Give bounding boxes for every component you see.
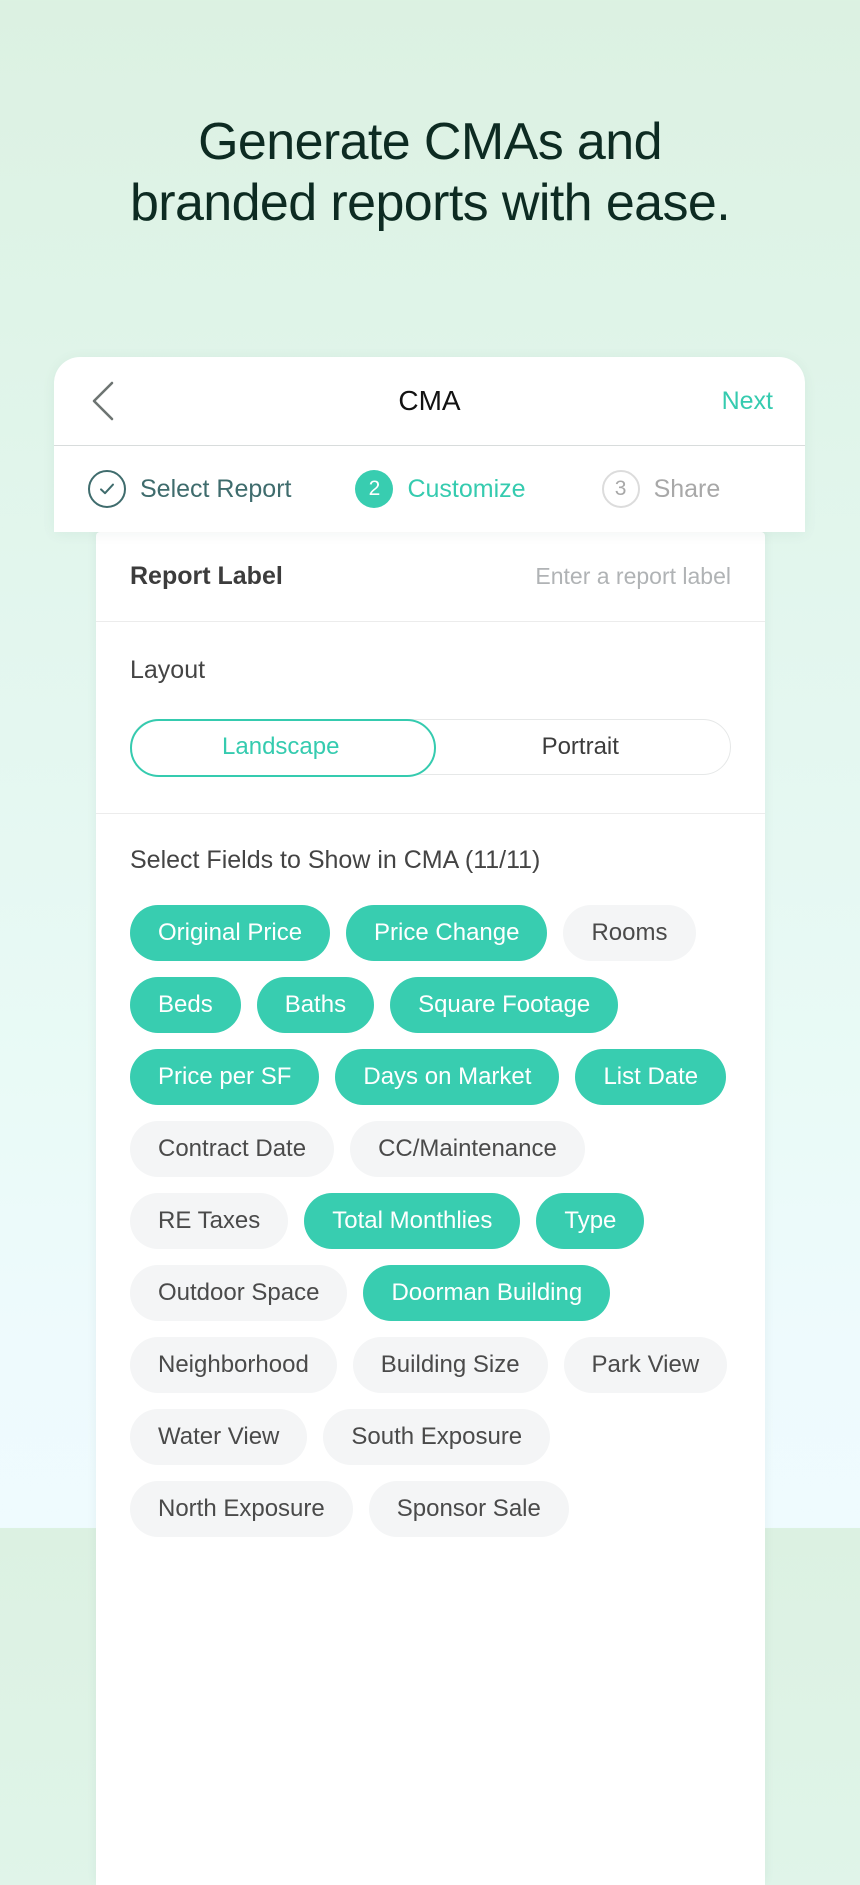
field-chip[interactable]: North Exposure: [130, 1481, 353, 1537]
field-chip[interactable]: Original Price: [130, 905, 331, 961]
chevron-left-icon[interactable]: [88, 379, 132, 423]
field-chip[interactable]: South Exposure: [323, 1409, 551, 1465]
check-circle-icon: [88, 470, 126, 508]
field-chip[interactable]: Baths: [256, 977, 375, 1033]
step-share[interactable]: 3 Share: [601, 470, 721, 508]
field-chip-list: Original Price Price Change Rooms Beds Baths…: [130, 905, 731, 1537]
field-chip[interactable]: Total Monthlies: [304, 1193, 521, 1249]
navigation-bar: CMA Next: [54, 357, 805, 446]
step-select-report[interactable]: Select Report: [88, 470, 291, 508]
field-chip[interactable]: Beds: [130, 977, 241, 1033]
select-fields-section: Select Fields to Show in CMA (11/11) Ori…: [96, 814, 765, 1537]
field-chip[interactable]: List Date: [575, 1049, 727, 1105]
field-chip[interactable]: Contract Date: [130, 1121, 335, 1177]
headline-line-2: branded reports with ease.: [129, 174, 731, 233]
field-chip[interactable]: Sponsor Sale: [368, 1481, 569, 1537]
step-number-badge-2: 2: [355, 470, 394, 508]
field-chip[interactable]: Type: [536, 1193, 645, 1249]
field-chip[interactable]: Neighborhood: [130, 1337, 337, 1393]
field-chip[interactable]: Doorman Building: [363, 1265, 611, 1321]
layout-option-portrait[interactable]: Portrait: [431, 720, 731, 774]
report-label-row[interactable]: Report Label: [96, 532, 765, 622]
app-screenshot-mock: Report Label Layout Landscape Portrait S…: [54, 357, 805, 1885]
report-label-title: Report Label: [130, 562, 283, 590]
field-chip[interactable]: Rooms: [563, 905, 696, 961]
layout-section: Layout Landscape Portrait: [96, 622, 765, 814]
step-label-share: Share: [653, 474, 721, 503]
step-customize[interactable]: 2 Customize: [355, 470, 526, 508]
layout-title: Layout: [130, 656, 206, 684]
step-label-select-report: Select Report: [140, 474, 292, 503]
form-content-card: Report Label Layout Landscape Portrait S…: [96, 532, 765, 1885]
select-fields-title: Select Fields to Show in CMA (11/11): [130, 846, 541, 874]
field-chip[interactable]: Water View: [130, 1409, 308, 1465]
app-header-card: CMA Next Select Report 2 Customize 3 Sha…: [54, 357, 805, 532]
field-chip[interactable]: Building Size: [352, 1337, 548, 1393]
page-title: CMA: [398, 385, 461, 416]
report-label-input[interactable]: [391, 563, 731, 590]
field-chip[interactable]: Outdoor Space: [130, 1265, 348, 1321]
progress-stepper: Select Report 2 Customize 3 Share: [54, 446, 805, 532]
step-label-customize: Customize: [407, 474, 526, 503]
field-chip[interactable]: RE Taxes: [130, 1193, 289, 1249]
field-chip[interactable]: Square Footage: [390, 977, 619, 1033]
layout-segmented-control[interactable]: Landscape Portrait: [130, 719, 731, 777]
next-button[interactable]: Next: [718, 381, 777, 422]
field-chip[interactable]: Price per SF: [130, 1049, 320, 1105]
headline-line-1: Generate CMAs and: [198, 113, 662, 171]
field-chip[interactable]: CC/Maintenance: [350, 1121, 585, 1177]
hero-headline: Generate CMAs and branded reports with e…: [0, 0, 860, 235]
field-chip[interactable]: Park View: [563, 1337, 728, 1393]
field-chip[interactable]: Price Change: [346, 905, 548, 961]
layout-option-landscape[interactable]: Landscape: [131, 720, 431, 774]
field-chip[interactable]: Days on Market: [335, 1049, 560, 1105]
step-number-badge-3: 3: [601, 470, 640, 508]
